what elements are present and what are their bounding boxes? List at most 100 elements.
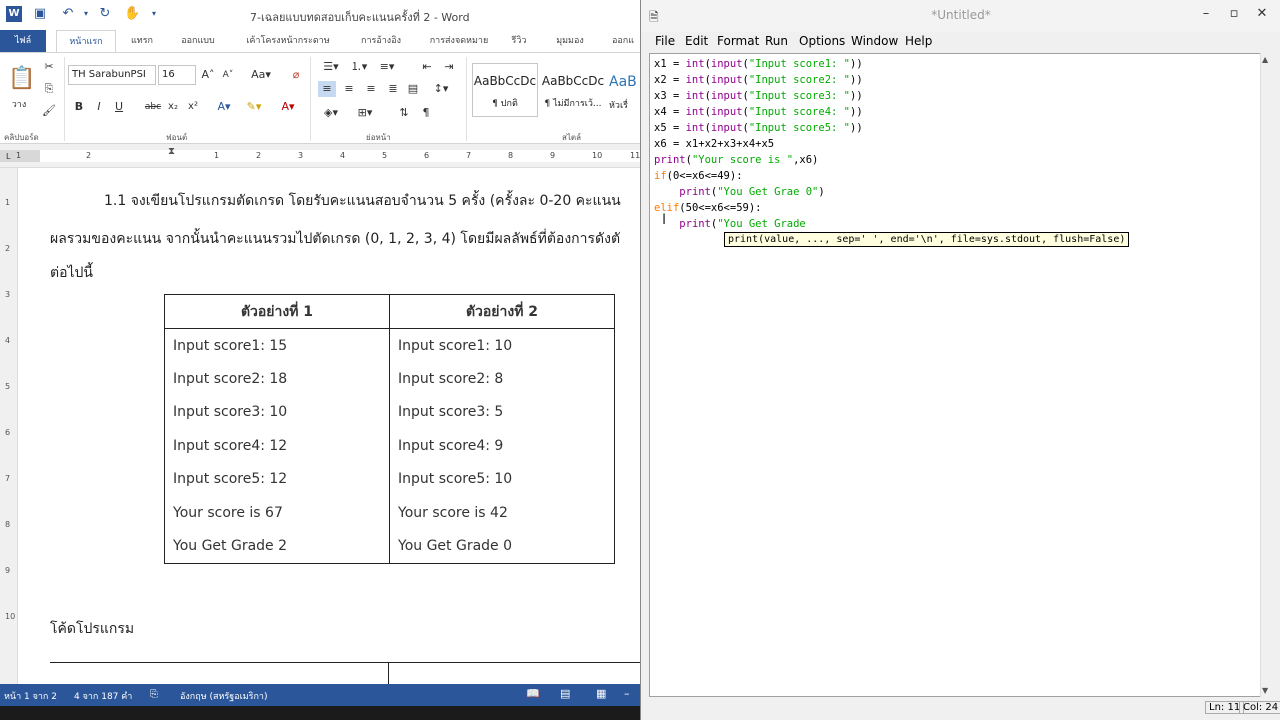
code-line[interactable]: x3 = int(input("Input score3: ")) <box>654 88 863 104</box>
code-line[interactable]: x2 = int(input("Input score2: ")) <box>654 72 863 88</box>
code-line[interactable]: x6 = x1+x2+x3+x4+x5 <box>654 136 863 152</box>
font-size-box[interactable]: 16 <box>158 65 196 85</box>
read-mode-icon[interactable]: 📖 <box>526 687 540 700</box>
table-row: Input score1: 15 Input score1: 10 <box>164 328 615 362</box>
tab-home[interactable]: หน้าแรก <box>56 30 116 52</box>
bullets-icon[interactable]: ☰▾ <box>318 59 344 75</box>
menu-run[interactable]: Run <box>765 34 788 48</box>
tab-insert[interactable]: แทรก <box>122 30 162 52</box>
style-normal[interactable]: AaBbCcDc ¶ ปกติ <box>472 63 538 117</box>
scroll-up-icon[interactable]: ▲ <box>1262 55 1268 64</box>
zoom-out-icon[interactable]: – <box>624 687 630 700</box>
customize-qat-icon[interactable]: ▾ <box>146 6 162 22</box>
code-text[interactable]: x1 = int(input("Input score1: ")) x2 = in… <box>654 56 863 232</box>
tab-file[interactable]: ไฟล์ <box>0 30 46 52</box>
document-page[interactable]: 1.1 จงเขียนโปรแกรมตัดเกรด โดยรับคะแนนสอบ… <box>18 168 640 684</box>
code-line[interactable]: x4 = int(input("Input score4: ")) <box>654 104 863 120</box>
close-icon[interactable]: ✕ <box>1247 4 1277 24</box>
tab-more[interactable]: ออกแ <box>606 30 640 52</box>
subscript-icon[interactable]: x₂ <box>166 99 180 115</box>
web-layout-icon[interactable]: ▦ <box>596 687 606 700</box>
cut-icon[interactable]: ✂ <box>40 59 58 75</box>
style-no-spacing[interactable]: AaBbCcDc ¶ ไม่มีการเว้... <box>540 63 606 117</box>
status-language[interactable]: อังกฤษ (สหรัฐอเมริกา) <box>180 689 268 703</box>
vertical-ruler[interactable]: 1 2 3 4 5 6 7 8 9 10 <box>0 168 18 684</box>
tab-layout[interactable]: เค้าโครงหน้ากระดาษ <box>236 30 340 52</box>
code-line[interactable]: x5 = int(input("Input score5: ")) <box>654 120 863 136</box>
bold-icon[interactable]: B <box>72 99 86 115</box>
word-title-bar: W ▣ ↶ ▾ ↻ ✋ ▾ 7-เฉลยแบบทดสอบเก็บคะแนนครั… <box>0 0 640 30</box>
italic-icon[interactable]: I <box>92 99 106 115</box>
grow-font-icon[interactable]: A˄ <box>200 67 216 83</box>
shading-icon[interactable]: ◈▾ <box>318 105 344 121</box>
style-heading[interactable]: AaB หัวเรื่ <box>608 63 640 117</box>
line-spacing-icon[interactable]: ↕▾ <box>428 81 454 97</box>
proofing-icon[interactable]: ⎘ <box>150 689 158 700</box>
print-layout-icon[interactable]: ▤ <box>560 687 570 700</box>
code-line[interactable]: print("You Get Grae 0") <box>654 184 863 200</box>
tab-mailings[interactable]: การส่งจดหมาย <box>420 30 498 52</box>
code-line[interactable]: x1 = int(input("Input score1: ")) <box>654 56 863 72</box>
justify-icon[interactable]: ≣ <box>384 81 402 97</box>
text-effects-icon[interactable]: A▾ <box>214 99 234 115</box>
status-words[interactable]: 4 จาก 187 คำ <box>74 689 132 703</box>
code-line[interactable]: if(0<=x6<=49): <box>654 168 863 184</box>
clear-format-icon[interactable]: ⌀ <box>288 67 304 83</box>
highlight-icon[interactable]: ✎▾ <box>244 99 264 115</box>
tab-stop-icon[interactable]: L <box>6 152 10 161</box>
table-row: You Get Grade 2 You Get Grade 0 <box>164 529 615 564</box>
menu-help[interactable]: Help <box>905 34 932 48</box>
align-right-icon[interactable]: ≡ <box>362 81 380 97</box>
redo-icon[interactable]: ↻ <box>97 6 113 22</box>
change-case-icon[interactable]: Aa▾ <box>248 67 274 83</box>
menu-file[interactable]: File <box>655 34 675 48</box>
format-painter-icon[interactable]: 🖌 <box>40 103 58 119</box>
touch-mode-icon[interactable]: ✋ <box>124 6 140 22</box>
code-line[interactable]: print("Your score is ",x6) <box>654 152 863 168</box>
undo-dropdown-icon[interactable]: ▾ <box>78 6 94 22</box>
multilevel-list-icon[interactable]: ≡▾ <box>374 59 400 75</box>
horizontal-ruler[interactable]: L 1 2 1 2 3 4 5 6 7 8 9 10 11 ⧗ <box>0 144 640 168</box>
vruler-number: 7 <box>5 474 11 483</box>
font-color-icon[interactable]: A▾ <box>278 99 298 115</box>
status-page[interactable]: หน้า 1 จาก 2 <box>4 689 57 703</box>
scroll-down-icon[interactable]: ▼ <box>1262 686 1268 695</box>
align-center-icon[interactable]: ≡ <box>340 81 358 97</box>
save-icon[interactable]: ▣ <box>32 6 48 22</box>
borders-icon[interactable]: ⊞▾ <box>352 105 378 121</box>
underline-icon[interactable]: U <box>112 99 126 115</box>
sort-icon[interactable]: ⇅ <box>396 105 412 121</box>
strikethrough-icon[interactable]: abc <box>144 99 162 115</box>
taskbar-strip <box>0 706 640 720</box>
menu-options[interactable]: Options <box>799 34 845 48</box>
tab-design[interactable]: ออกแบบ <box>170 30 226 52</box>
menu-edit[interactable]: Edit <box>685 34 708 48</box>
pilcrow-icon[interactable]: ¶ <box>418 105 434 121</box>
ruler-number: 10 <box>592 151 603 160</box>
code-token: int <box>685 90 705 102</box>
menu-window[interactable]: Window <box>851 34 898 48</box>
copy-icon[interactable]: ⎘ <box>40 81 58 97</box>
align-left-icon[interactable]: ≡ <box>318 81 336 97</box>
minimize-icon[interactable]: – <box>1191 4 1221 24</box>
paste-icon[interactable]: 📋 <box>8 63 35 95</box>
superscript-icon[interactable]: x² <box>186 99 200 115</box>
undo-icon[interactable]: ↶ <box>60 6 76 22</box>
tab-review[interactable]: รีวิว <box>504 30 534 52</box>
tab-references[interactable]: การอ้างอิง <box>348 30 414 52</box>
increase-indent-icon[interactable]: ⇥ <box>440 59 458 75</box>
distributed-icon[interactable]: ▤ <box>404 81 422 97</box>
menu-format[interactable]: Format <box>717 34 759 48</box>
decrease-indent-icon[interactable]: ⇤ <box>418 59 436 75</box>
code-editor[interactable]: x1 = int(input("Input score1: ")) x2 = in… <box>649 53 1261 697</box>
vertical-scrollbar[interactable]: ▲ ▼ <box>1260 53 1272 697</box>
paste-label[interactable]: วาง <box>4 97 34 111</box>
numbering-icon[interactable]: ⒈▾ <box>346 59 372 75</box>
maximize-icon[interactable]: ▫ <box>1219 4 1249 24</box>
code-line[interactable]: print("You Get Grade <box>654 216 863 232</box>
tab-view[interactable]: มุมมอง <box>542 30 598 52</box>
indent-marker-icon[interactable]: ⧗ <box>168 146 175 157</box>
font-name-box[interactable]: TH SarabunPSI <box>68 65 156 85</box>
code-line[interactable]: elif(50<=x6<=59): <box>654 200 863 216</box>
shrink-font-icon[interactable]: A˅ <box>220 67 236 83</box>
